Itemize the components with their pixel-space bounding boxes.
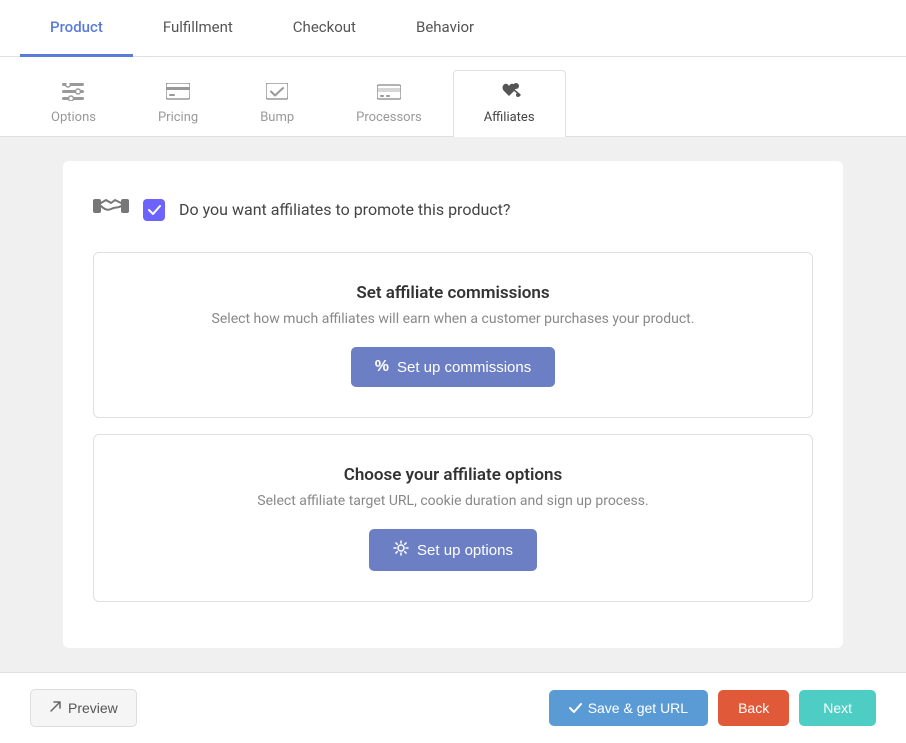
options-title: Choose your affiliate options	[124, 465, 782, 485]
pricing-icon	[166, 82, 190, 106]
top-nav: Product Fulfillment Checkout Behavior	[0, 0, 906, 57]
gear-icon	[393, 540, 409, 560]
processors-icon	[377, 82, 401, 106]
sub-nav-affiliates[interactable]: Affiliates	[453, 70, 566, 137]
preview-button[interactable]: Preview	[30, 689, 137, 727]
affiliates-checkbox[interactable]	[143, 199, 165, 221]
save-check-icon	[569, 700, 582, 716]
percent-icon: %	[375, 358, 389, 376]
top-nav-checkout[interactable]: Checkout	[263, 0, 386, 57]
affiliate-checkbox-row: Do you want affiliates to promote this p…	[93, 191, 813, 228]
next-button[interactable]: Next	[799, 690, 876, 726]
top-nav-product[interactable]: Product	[20, 0, 133, 57]
affiliates-icon	[496, 81, 522, 106]
save-get-url-button[interactable]: Save & get URL	[549, 690, 708, 726]
commissions-description: Select how much affiliates will earn whe…	[124, 311, 782, 327]
affiliates-checkbox-label: Do you want affiliates to promote this p…	[179, 200, 510, 219]
preview-icon	[49, 700, 62, 716]
sub-nav-pricing[interactable]: Pricing	[127, 71, 229, 137]
top-nav-behavior[interactable]: Behavior	[386, 0, 504, 57]
options-description: Select affiliate target URL, cookie dura…	[124, 493, 782, 509]
back-button[interactable]: Back	[718, 690, 789, 726]
content-card: Do you want affiliates to promote this p…	[63, 161, 843, 648]
sub-nav-processors[interactable]: Processors	[325, 71, 453, 137]
options-icon	[62, 82, 84, 106]
set-up-options-button[interactable]: Set up options	[369, 529, 537, 571]
sub-nav-bump[interactable]: Bump	[229, 71, 325, 137]
main-content: Do you want affiliates to promote this p…	[0, 137, 906, 672]
bump-icon	[266, 82, 288, 106]
sub-nav-options[interactable]: Options	[20, 71, 127, 137]
set-up-commissions-button[interactable]: % Set up commissions	[351, 347, 555, 387]
affiliate-handshake-icon	[93, 191, 129, 228]
footer: Preview Save & get URL Back Next	[0, 672, 906, 743]
footer-right-buttons: Save & get URL Back Next	[549, 690, 876, 726]
top-nav-fulfillment[interactable]: Fulfillment	[133, 0, 263, 57]
commissions-title: Set affiliate commissions	[124, 283, 782, 303]
commissions-section: Set affiliate commissions Select how muc…	[93, 252, 813, 418]
sub-nav: Options Pricing Bump	[0, 57, 906, 137]
options-section: Choose your affiliate options Select aff…	[93, 434, 813, 602]
